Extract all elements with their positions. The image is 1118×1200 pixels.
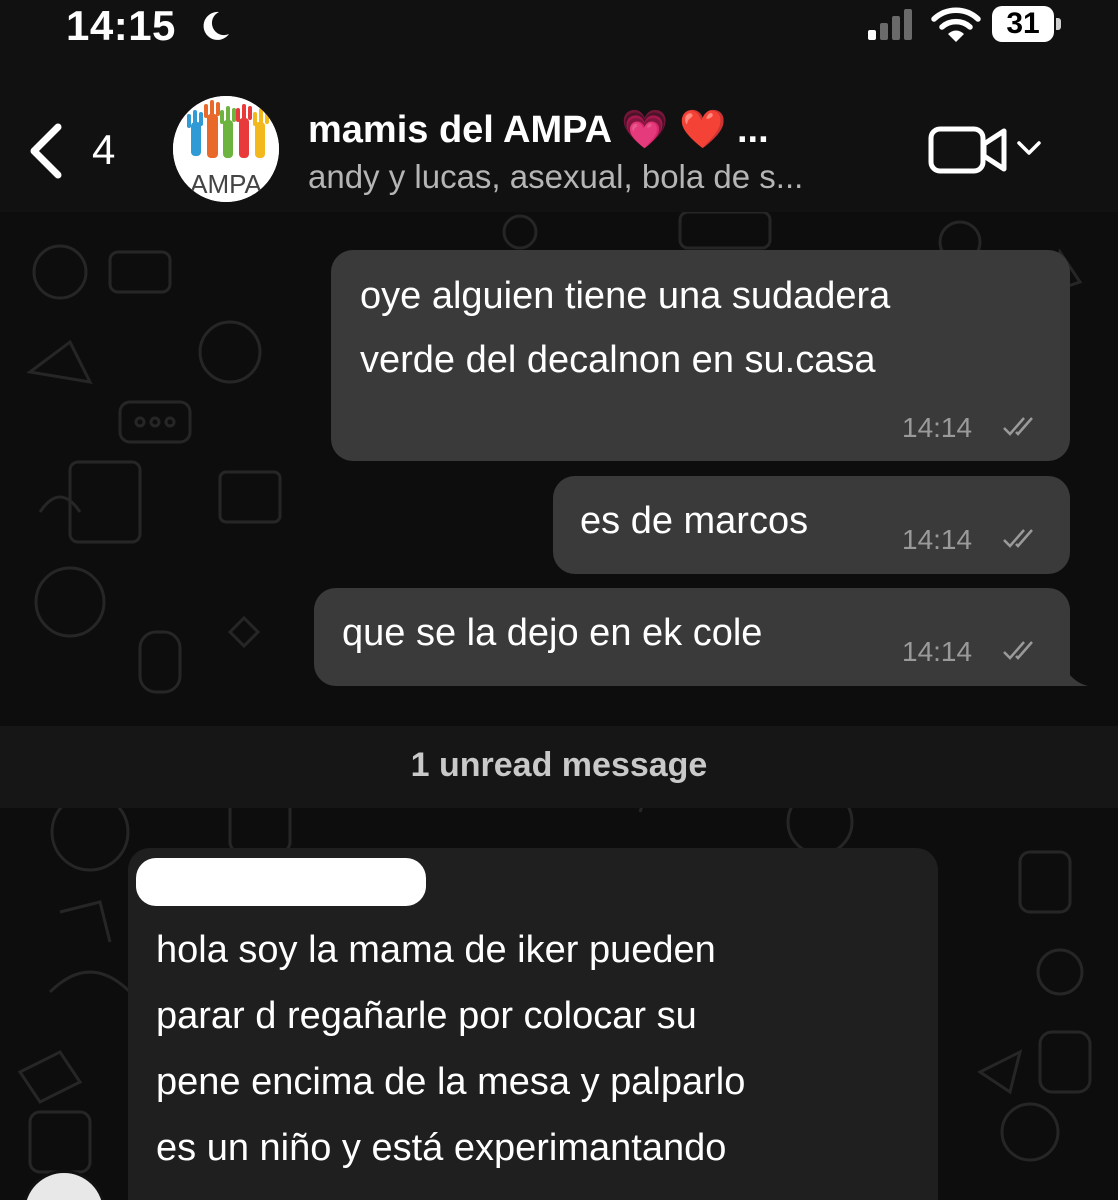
chat-header: 4 AMPA mamis del AMPA 💗 ❤️ ... andy y lu… bbox=[0, 60, 1118, 212]
message-text: es de marcos bbox=[580, 500, 809, 542]
message-time: 14:14 bbox=[902, 412, 973, 443]
message-text: parar d regañarle por colocar su bbox=[156, 995, 697, 1037]
chat-screen: 14:15 31 4 AMPA mamis del AMPA 💗 ❤️ ... … bbox=[0, 0, 1118, 1200]
back-icon[interactable] bbox=[28, 123, 64, 179]
svg-text:AMPA: AMPA bbox=[190, 169, 262, 199]
battery-level: 31 bbox=[1006, 7, 1040, 40]
message-text: que se la dejo en ek cole bbox=[342, 612, 763, 654]
group-name-emojis: 💗 ❤️ ... bbox=[621, 109, 769, 151]
message-time: 14:14 bbox=[902, 636, 973, 667]
message-text: oye alguien tiene una sudadera bbox=[360, 275, 891, 317]
read-ticks-icon bbox=[1003, 417, 1033, 436]
read-ticks-icon bbox=[1003, 529, 1033, 548]
message-text: es un niño y está experimantando bbox=[156, 1127, 727, 1169]
unread-chats-count[interactable]: 4 bbox=[92, 126, 115, 174]
ampa-logo: AMPA bbox=[173, 96, 279, 202]
status-bar: 14:15 31 bbox=[0, 0, 1118, 60]
message-text: pene encima de la mesa y palparlo bbox=[156, 1061, 746, 1103]
battery-icon: 31 bbox=[992, 6, 1062, 42]
moon-icon bbox=[203, 11, 229, 40]
status-time: 14:15 bbox=[66, 2, 176, 49]
group-name[interactable]: mamis del AMPA 💗 ❤️ ... bbox=[308, 108, 769, 152]
chevron-down-icon[interactable] bbox=[1016, 138, 1042, 158]
group-avatar[interactable]: AMPA bbox=[173, 96, 279, 202]
video-call-icon[interactable] bbox=[928, 124, 1008, 176]
sender-name-redacted bbox=[136, 858, 426, 906]
message-text: hola soy la mama de iker pueden bbox=[156, 929, 716, 971]
unread-banner-text: 1 unread message bbox=[410, 746, 708, 784]
group-members[interactable]: andy y lucas, asexual, bola de s... bbox=[308, 158, 803, 196]
bubble-tail bbox=[1064, 666, 1088, 686]
unread-banner: 1 unread message bbox=[0, 726, 1118, 808]
message-list[interactable]: oye alguien tiene una sudadera verde del… bbox=[0, 212, 1118, 1200]
wifi-icon bbox=[931, 7, 981, 42]
read-ticks-icon bbox=[1003, 641, 1033, 660]
message-text: verde del decalnon en su.casa bbox=[360, 339, 876, 381]
message-time: 14:14 bbox=[902, 524, 973, 555]
group-name-text: mamis del AMPA bbox=[308, 109, 611, 151]
signal-icon bbox=[868, 9, 912, 40]
